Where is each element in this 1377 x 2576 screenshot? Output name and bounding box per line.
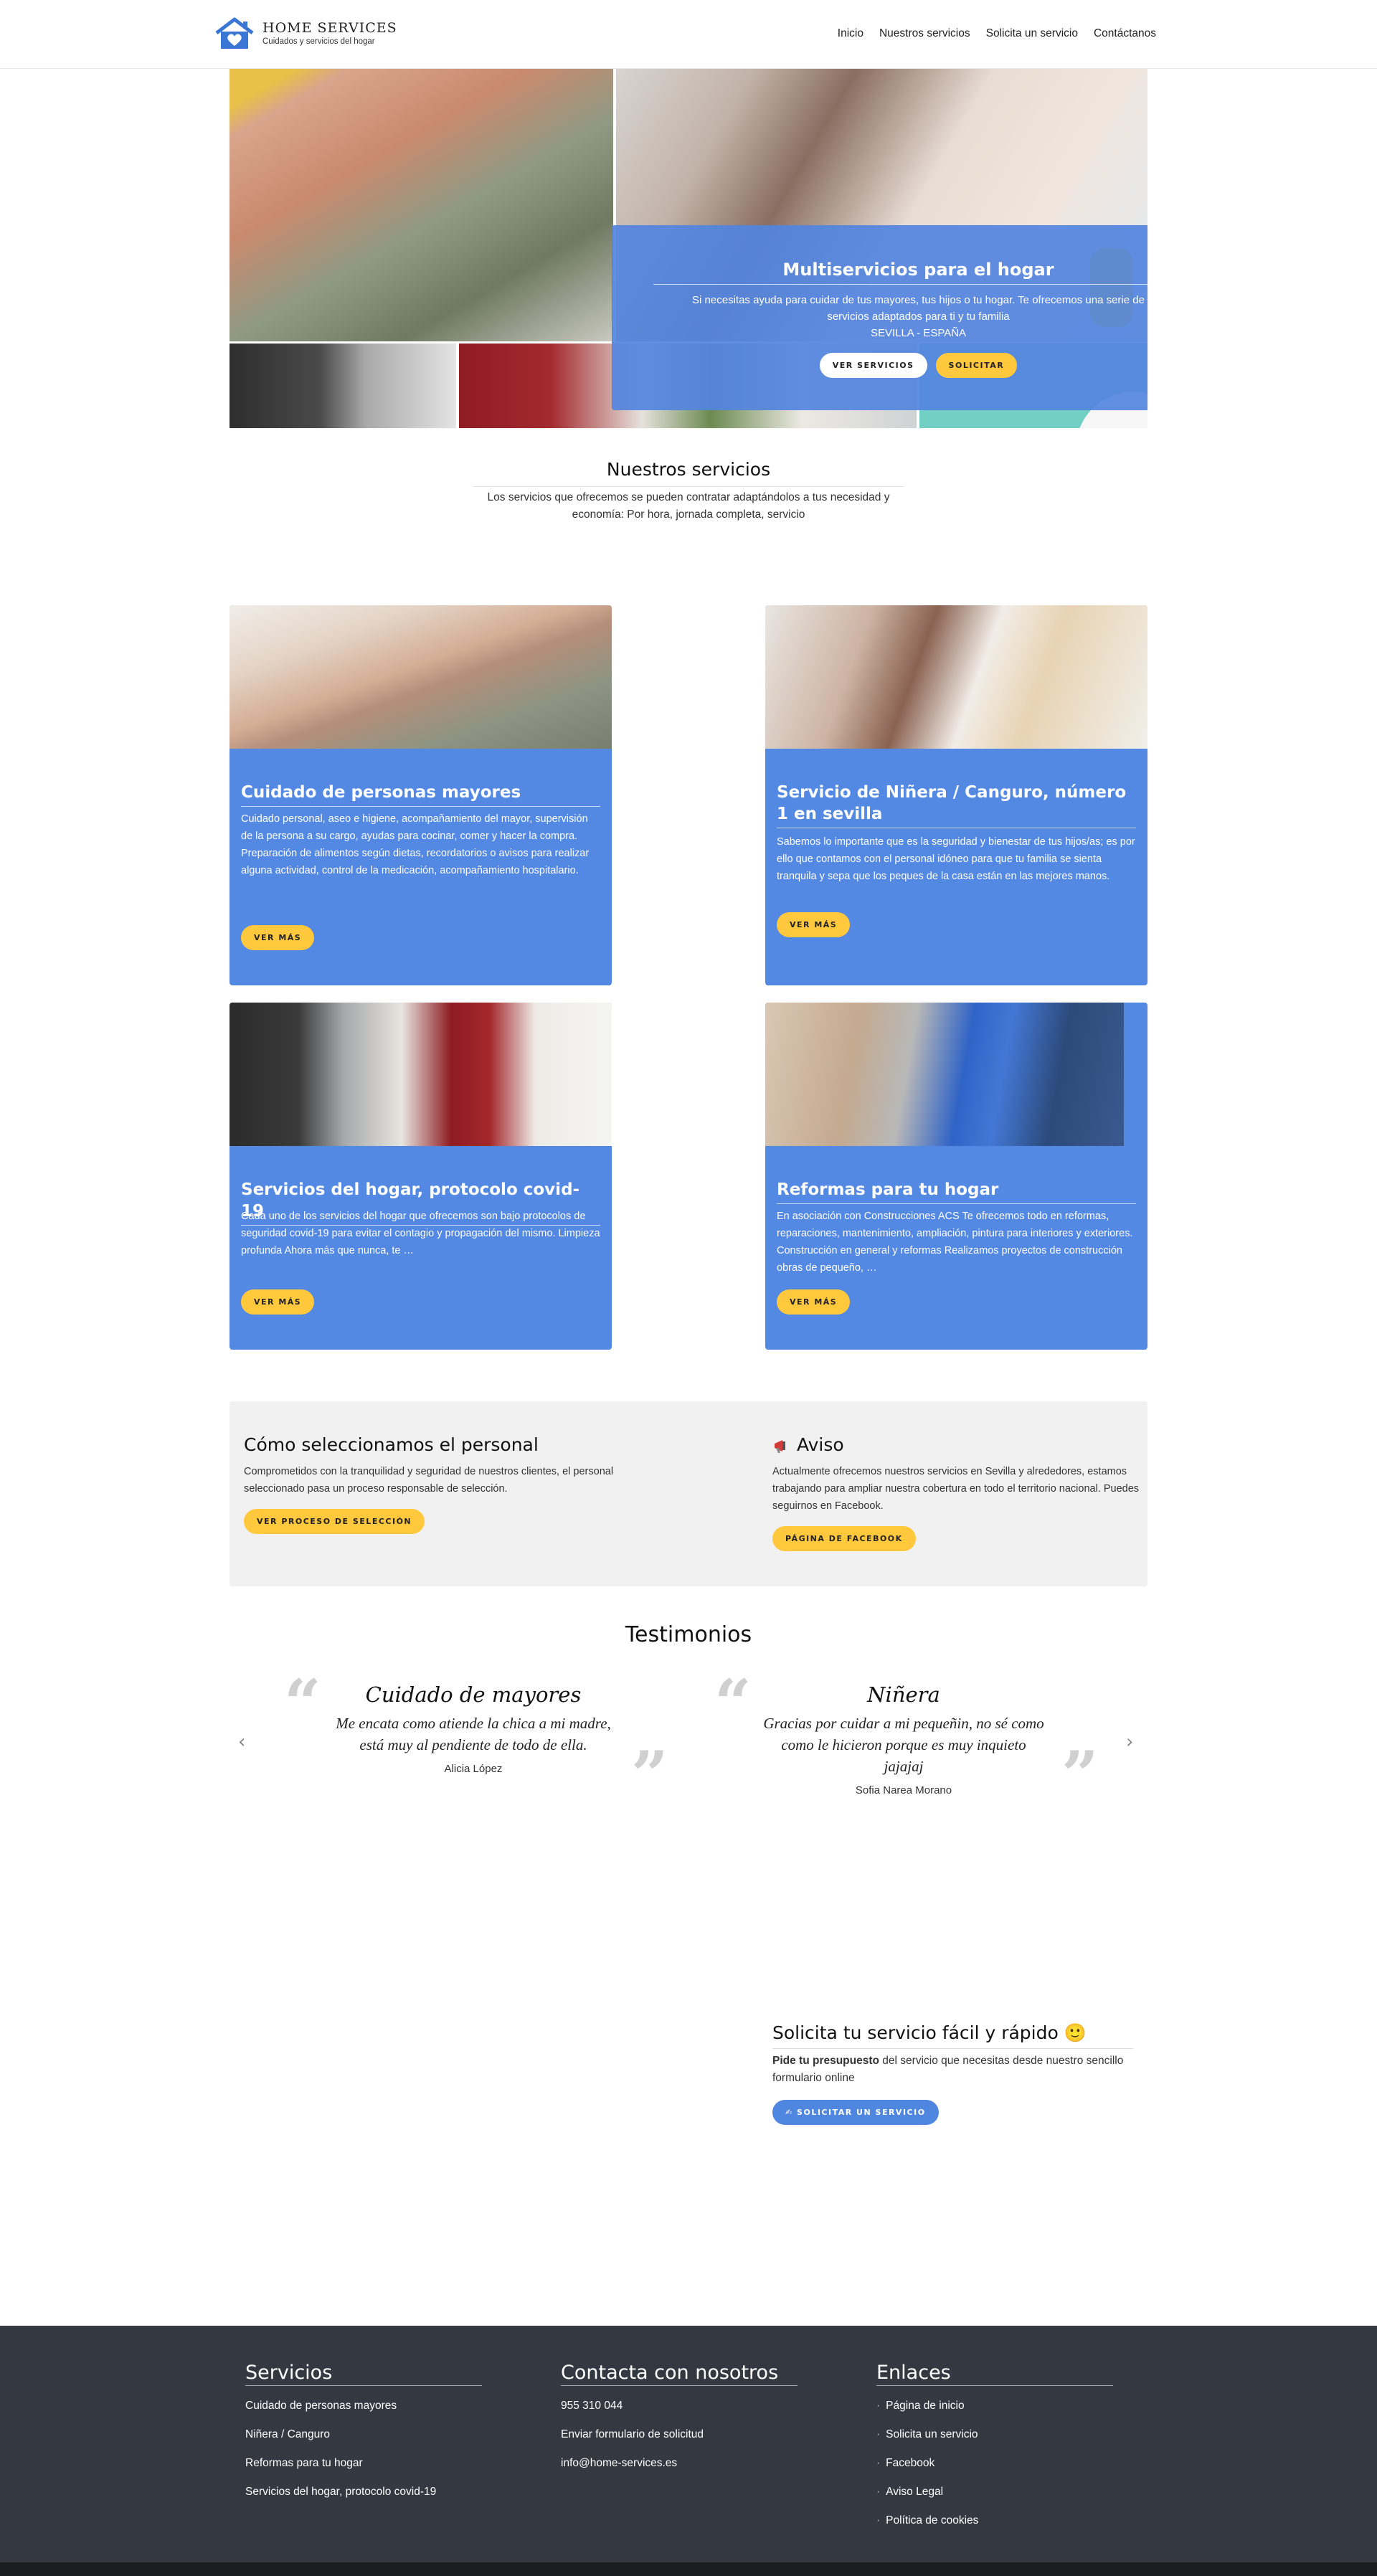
next-arrow-icon[interactable]: › bbox=[1126, 1731, 1133, 1753]
service-card-nanny: Servicio de Niñera / Canguro, número 1 e… bbox=[765, 605, 1148, 985]
testimonial-author: Alicia López bbox=[444, 1763, 503, 1775]
footer-form-link[interactable]: Enviar formulario de solicitud bbox=[561, 2420, 798, 2449]
hero-title: Multiservicios para el hogar bbox=[782, 260, 1054, 280]
footer-contact-title: Contacta con nosotros bbox=[561, 2362, 798, 2386]
hero-image-hands bbox=[230, 69, 613, 341]
testimonial-quote: Me encata como atiende la chica a mi mad… bbox=[336, 1715, 611, 1753]
card-text: En asociación con Construcciones ACS Te … bbox=[777, 1211, 1133, 1274]
nav-servicios[interactable]: Nuestros servicios bbox=[879, 27, 970, 40]
footer-email[interactable]: info@home-services.es bbox=[561, 2449, 798, 2478]
see-more-button[interactable]: VER MÁS bbox=[241, 925, 315, 950]
nav-inicio[interactable]: Inicio bbox=[838, 27, 863, 40]
testimonial-title: Niñera bbox=[867, 1682, 940, 1707]
testimonial-title: Cuidado de mayores bbox=[365, 1682, 582, 1707]
footer-link[interactable]: Servicios del hogar, protocolo covid-19 bbox=[245, 2478, 482, 2506]
footer-link[interactable]: Página de inicio bbox=[876, 2392, 1113, 2420]
footer-services-title: Servicios bbox=[245, 2362, 482, 2386]
facebook-page-button[interactable]: PÁGINA DE FACEBOOK bbox=[772, 1526, 916, 1551]
card-image-cleaning bbox=[230, 1003, 612, 1146]
services-divider bbox=[473, 486, 904, 487]
close-quote-icon: ” bbox=[631, 1737, 668, 1813]
card-image-plumbing bbox=[765, 1003, 1124, 1146]
info-section: Cómo seleccionamos el personal Compromet… bbox=[230, 1401, 1148, 1586]
services-subtitle: Los servicios que ofrecemos se pueden co… bbox=[487, 491, 890, 521]
card-image-elderly bbox=[230, 605, 612, 749]
request-service-button[interactable]: ✍ SOLICITAR UN SERVICIO bbox=[772, 2100, 939, 2125]
hero-location: SEVILLA - ESPAÑA bbox=[870, 327, 967, 339]
card-title: Cuidado de personas mayores bbox=[241, 782, 600, 807]
main-nav: Inicio Nuestros servicios Solicita un se… bbox=[838, 27, 1156, 40]
footer-link[interactable]: Solicita un servicio bbox=[876, 2420, 1113, 2449]
services-title: Nuestros servicios bbox=[606, 459, 771, 480]
open-quote-icon: “ bbox=[714, 1665, 752, 1741]
see-more-button[interactable]: VER MÁS bbox=[777, 1289, 851, 1315]
logo[interactable]: HOME SERVICES Cuidados y servicios del h… bbox=[214, 16, 400, 52]
see-more-button[interactable]: VER MÁS bbox=[241, 1289, 315, 1315]
footer-link[interactable]: Facebook bbox=[876, 2449, 1113, 2478]
footer-links-title: Enlaces bbox=[876, 2362, 1113, 2386]
site-header: HOME SERVICES Cuidados y servicios del h… bbox=[0, 0, 1377, 69]
card-title: Reformas para tu hogar bbox=[777, 1179, 1136, 1204]
card-title: Servicio de Niñera / Canguro, número 1 e… bbox=[777, 782, 1136, 828]
testimonial-quote: Gracias por cuidar a mi pequeñin, no sé … bbox=[763, 1715, 1044, 1775]
megaphone-icon bbox=[772, 1437, 794, 1454]
service-card-covid: Servicios del hogar, protocolo covid-19 … bbox=[230, 1003, 612, 1350]
selection-text: Comprometidos con la tranquilidad y segu… bbox=[244, 1466, 614, 1495]
notice-title: Aviso bbox=[797, 1434, 844, 1455]
view-services-button[interactable]: VER SERVICIOS bbox=[819, 353, 927, 378]
request-divider bbox=[772, 2048, 1133, 2049]
footer-links: Enlaces Página de inicio Solicita un ser… bbox=[876, 2362, 1113, 2535]
testimonial-author: Sofia Narea Morano bbox=[855, 1784, 952, 1796]
hero-banner: Multiservicios para el hogar Si necesita… bbox=[230, 69, 1148, 428]
service-card-elderly: Cuidado de personas mayores Cuidado pers… bbox=[230, 605, 612, 985]
see-more-button[interactable]: VER MÁS bbox=[777, 912, 851, 937]
request-text-bold: Pide tu presupuesto bbox=[772, 2055, 879, 2067]
hero-overlay-box: Multiservicios para el hogar Si necesita… bbox=[612, 225, 1148, 410]
site-footer: Servicios Cuidado de personas mayores Ni… bbox=[0, 2326, 1377, 2562]
card-text: Cada uno de los servicios del hogar que … bbox=[241, 1211, 600, 1256]
hero-image-vacuum bbox=[230, 344, 456, 428]
nav-contacto[interactable]: Contáctanos bbox=[1094, 27, 1156, 40]
testimonial-nanny: Niñera Gracias por cuidar a mi pequeñin,… bbox=[760, 1682, 1047, 1796]
logo-title: HOME SERVICES bbox=[262, 20, 397, 36]
card-image-nanny bbox=[765, 605, 1148, 749]
footer-services: Servicios Cuidado de personas mayores Ni… bbox=[245, 2362, 482, 2506]
prev-arrow-icon[interactable]: ‹ bbox=[238, 1731, 245, 1753]
footer-link[interactable]: Cuidado de personas mayores bbox=[245, 2392, 482, 2420]
request-title: Solicita tu servicio fácil y rápido 🙂 bbox=[772, 2022, 1087, 2043]
request-text: Pide tu presupuesto del servicio que nec… bbox=[772, 2052, 1133, 2087]
footer-phone[interactable]: 955 310 044 bbox=[561, 2392, 798, 2420]
logo-subtitle: Cuidados y servicios del hogar bbox=[262, 37, 375, 46]
footer-contact: Contacta con nosotros 955 310 044 Enviar… bbox=[561, 2362, 798, 2478]
hero-divider bbox=[653, 284, 1148, 285]
card-text: Sabemos lo importante que es la segurida… bbox=[777, 836, 1135, 882]
footer-link[interactable]: Niñera / Canguro bbox=[245, 2420, 482, 2449]
notice-text: Actualmente ofrecemos nuestros servicios… bbox=[772, 1466, 1140, 1512]
service-card-reforms: Reformas para tu hogar En asociación con… bbox=[765, 1003, 1148, 1350]
card-text: Cuidado personal, aseo e higiene, acompa… bbox=[241, 813, 590, 876]
footer-bottom-bar bbox=[0, 2562, 1377, 2576]
close-quote-icon: ” bbox=[1061, 1737, 1099, 1813]
hero-description: Si necesitas ayuda para cuidar de tus ma… bbox=[692, 294, 1145, 323]
footer-link[interactable]: Reformas para tu hogar bbox=[245, 2449, 482, 2478]
testimonials-title: Testimonios bbox=[625, 1622, 752, 1647]
testimonial-elderly: Cuidado de mayores Me encata como atiend… bbox=[330, 1682, 617, 1775]
selection-process-button[interactable]: VER PROCESO DE SELECCIÓN bbox=[244, 1509, 425, 1534]
footer-link[interactable]: Política de cookies bbox=[876, 2506, 1113, 2535]
request-button[interactable]: SOLICITAR bbox=[935, 353, 1018, 378]
open-quote-icon: “ bbox=[284, 1665, 321, 1741]
house-heart-icon bbox=[215, 17, 254, 49]
nav-solicita[interactable]: Solicita un servicio bbox=[986, 27, 1078, 40]
selection-title: Cómo seleccionamos el personal bbox=[244, 1434, 539, 1455]
footer-link[interactable]: Aviso Legal bbox=[876, 2478, 1113, 2506]
